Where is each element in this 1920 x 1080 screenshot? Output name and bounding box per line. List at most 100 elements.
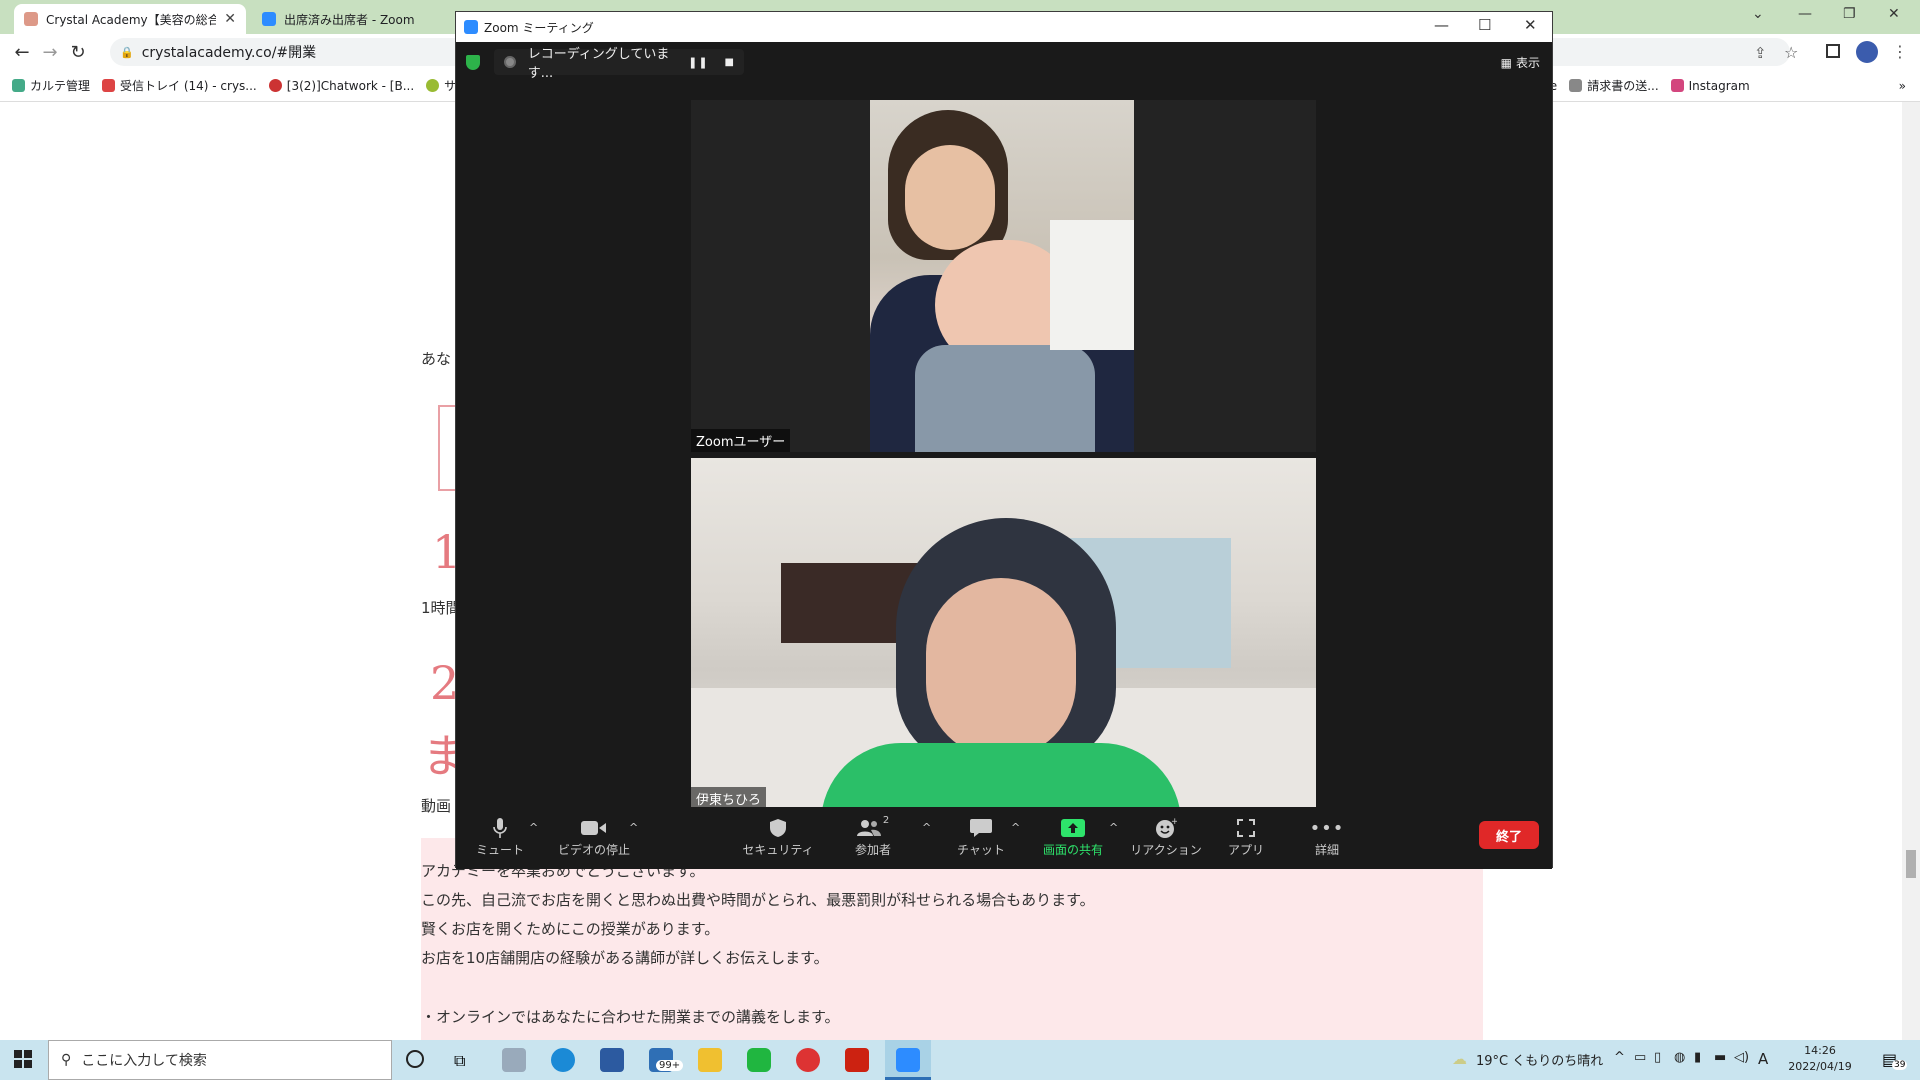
bookmark-item[interactable]: 受信トレイ (14) - crys... [102, 77, 257, 94]
search-placeholder: ここに入力して検索 [81, 1053, 207, 1069]
close-window-icon[interactable]: ✕ [1888, 6, 1900, 22]
file-explorer-icon[interactable] [698, 1048, 722, 1072]
close-tab-icon[interactable]: ✕ [224, 11, 236, 27]
acrobat-icon[interactable] [845, 1048, 869, 1072]
page-text: 動画 [421, 797, 452, 815]
clock-date: 2022/04/19 [1788, 1060, 1852, 1073]
bookmarks-overflow-icon[interactable]: » [1899, 79, 1906, 93]
paint-app-icon[interactable] [502, 1048, 526, 1072]
zoom-top-bar: レコーディングしています... ❚❚ ■ ▦ 表示 [456, 42, 1552, 82]
battery-icon[interactable]: ▬ [1714, 1050, 1726, 1065]
pause-recording-icon[interactable]: ❚❚ [688, 56, 708, 69]
store-app-icon[interactable] [600, 1048, 624, 1072]
share-screen-icon [1028, 815, 1118, 841]
bookmark-item[interactable]: 請求書の送... [1569, 77, 1659, 94]
reactions-button[interactable]: + リアクション [1121, 815, 1211, 858]
paragraph: お店を10店舗開店の経験がある講師が詳しくお伝えします。 [421, 949, 829, 967]
search-icon: ⚲ [61, 1052, 72, 1068]
participant-name-label: Zoomユーザー [691, 429, 791, 452]
security-label: セキュリティ [742, 843, 814, 857]
edge-browser-icon[interactable] [551, 1048, 575, 1072]
video-figure [905, 145, 995, 250]
chrome-tray-icon[interactable]: ◍ [1674, 1050, 1685, 1065]
network-icon[interactable]: ▭ [1634, 1050, 1646, 1065]
restore-icon[interactable]: ❐ [1843, 6, 1856, 22]
encryption-shield-icon[interactable] [466, 55, 480, 70]
microphone-tray-icon[interactable]: ▮ [1694, 1050, 1701, 1065]
menu-icon[interactable]: ⋮ [1892, 42, 1908, 61]
chat-options-caret-icon[interactable]: ^ [1011, 821, 1020, 834]
tray-overflow-icon[interactable]: ^ [1614, 1050, 1625, 1065]
paragraph: ・オンラインではあなたに合わせた開業までの講義をします。 [421, 1008, 840, 1026]
participant-count: 2 [882, 815, 890, 826]
share-icon[interactable]: ⇪ [1754, 44, 1767, 62]
weather-icon: ☁ [1452, 1050, 1467, 1068]
bookmark-item[interactable]: Instagram [1670, 79, 1750, 93]
reaction-smiley-icon: + [1121, 815, 1211, 841]
zoom-close-icon[interactable]: ✕ [1524, 16, 1537, 34]
share-options-caret-icon[interactable]: ^ [1109, 821, 1118, 834]
clock[interactable]: 14:26 2022/04/19 [1778, 1043, 1862, 1075]
bookmark-icon [426, 79, 440, 92]
task-view-icon[interactable]: ⧉ [454, 1051, 465, 1071]
share-screen-button[interactable]: 画面の共有 [1028, 815, 1118, 858]
chrome-browser-icon[interactable] [796, 1048, 820, 1072]
more-dots-icon: ••• [1309, 817, 1345, 839]
security-button[interactable]: セキュリティ [733, 815, 823, 858]
tab-crystal-academy[interactable]: Crystal Academy【美容の総合アカ ✕ [14, 4, 246, 34]
forward-icon[interactable]: → [36, 42, 64, 63]
taskbar-search-box[interactable]: ⚲ ここに入力して検索 [48, 1040, 392, 1080]
end-meeting-button[interactable]: 終了 [1479, 821, 1539, 849]
view-label: 表示 [1515, 56, 1540, 70]
bookmark-item[interactable]: [3(2)]Chatwork - [B... [268, 79, 414, 93]
bookmark-item[interactable]: カルテ管理 [12, 77, 90, 94]
device-icon[interactable]: ▯ [1654, 1050, 1661, 1065]
tab-search-icon[interactable]: ⌄ [1752, 6, 1764, 22]
zoom-minimize-icon[interactable]: — [1434, 16, 1449, 34]
participant-video-tile[interactable]: Zoomユーザー [691, 100, 1316, 452]
page-text: あな [421, 350, 452, 368]
share-screen-label: 画面の共有 [1042, 843, 1103, 857]
line-app-icon[interactable] [747, 1048, 771, 1072]
chat-label: チャット [957, 843, 1005, 857]
profile-avatar[interactable] [1856, 41, 1878, 63]
tab-zoom-attendees[interactable]: 出席済み出席者 - Zoom [252, 4, 452, 34]
participants-options-caret-icon[interactable]: ^ [922, 821, 931, 834]
video-figure [821, 743, 1181, 810]
bookmark-star-icon[interactable]: ☆ [1784, 43, 1798, 62]
back-icon[interactable]: ← [8, 42, 36, 63]
windows-start-icon[interactable] [14, 1050, 32, 1072]
stop-recording-icon[interactable]: ■ [725, 57, 734, 68]
zoom-maximize-icon[interactable]: ☐ [1478, 16, 1491, 34]
video-figure [1050, 220, 1134, 350]
audio-options-caret-icon[interactable]: ^ [529, 821, 538, 834]
video-camera-icon [549, 815, 639, 841]
stop-video-button[interactable]: ビデオの停止 [549, 815, 639, 858]
minimize-icon[interactable]: — [1798, 6, 1812, 22]
scrollbar-thumb[interactable] [1906, 850, 1916, 878]
participant-video-tile[interactable]: 伊東ちひろ [691, 458, 1316, 810]
reload-icon[interactable]: ↻ [64, 42, 92, 63]
volume-icon[interactable]: ◁) [1734, 1050, 1749, 1065]
cortana-icon[interactable] [406, 1050, 424, 1068]
svg-text:+: + [1171, 817, 1177, 827]
participants-button[interactable]: 2 参加者 [828, 815, 918, 858]
side-panel-icon[interactable] [1826, 44, 1840, 58]
view-button[interactable]: ▦ 表示 [1501, 54, 1540, 71]
apps-label: アプリ [1227, 843, 1264, 857]
zoom-app-icon[interactable] [896, 1048, 920, 1072]
instagram-icon [1670, 79, 1684, 92]
bookmark-label: 受信トレイ (14) - crys... [120, 79, 257, 93]
clock-time: 14:26 [1804, 1044, 1836, 1057]
video-figure [915, 345, 1095, 452]
site-favicon-icon [24, 12, 38, 26]
video-options-caret-icon[interactable]: ^ [629, 821, 638, 834]
ime-indicator[interactable]: A [1758, 1050, 1768, 1068]
weather-text[interactable]: 19°C くもりのち晴れ [1476, 1050, 1603, 1069]
more-button[interactable]: ••• 詳細 [1282, 815, 1372, 858]
apps-button[interactable]: アプリ [1201, 815, 1291, 858]
zoom-logo-icon [464, 20, 478, 34]
bookmark-icon [12, 79, 25, 92]
page-scrollbar[interactable] [1902, 102, 1920, 1040]
bookmark-label: カルテ管理 [30, 79, 91, 93]
